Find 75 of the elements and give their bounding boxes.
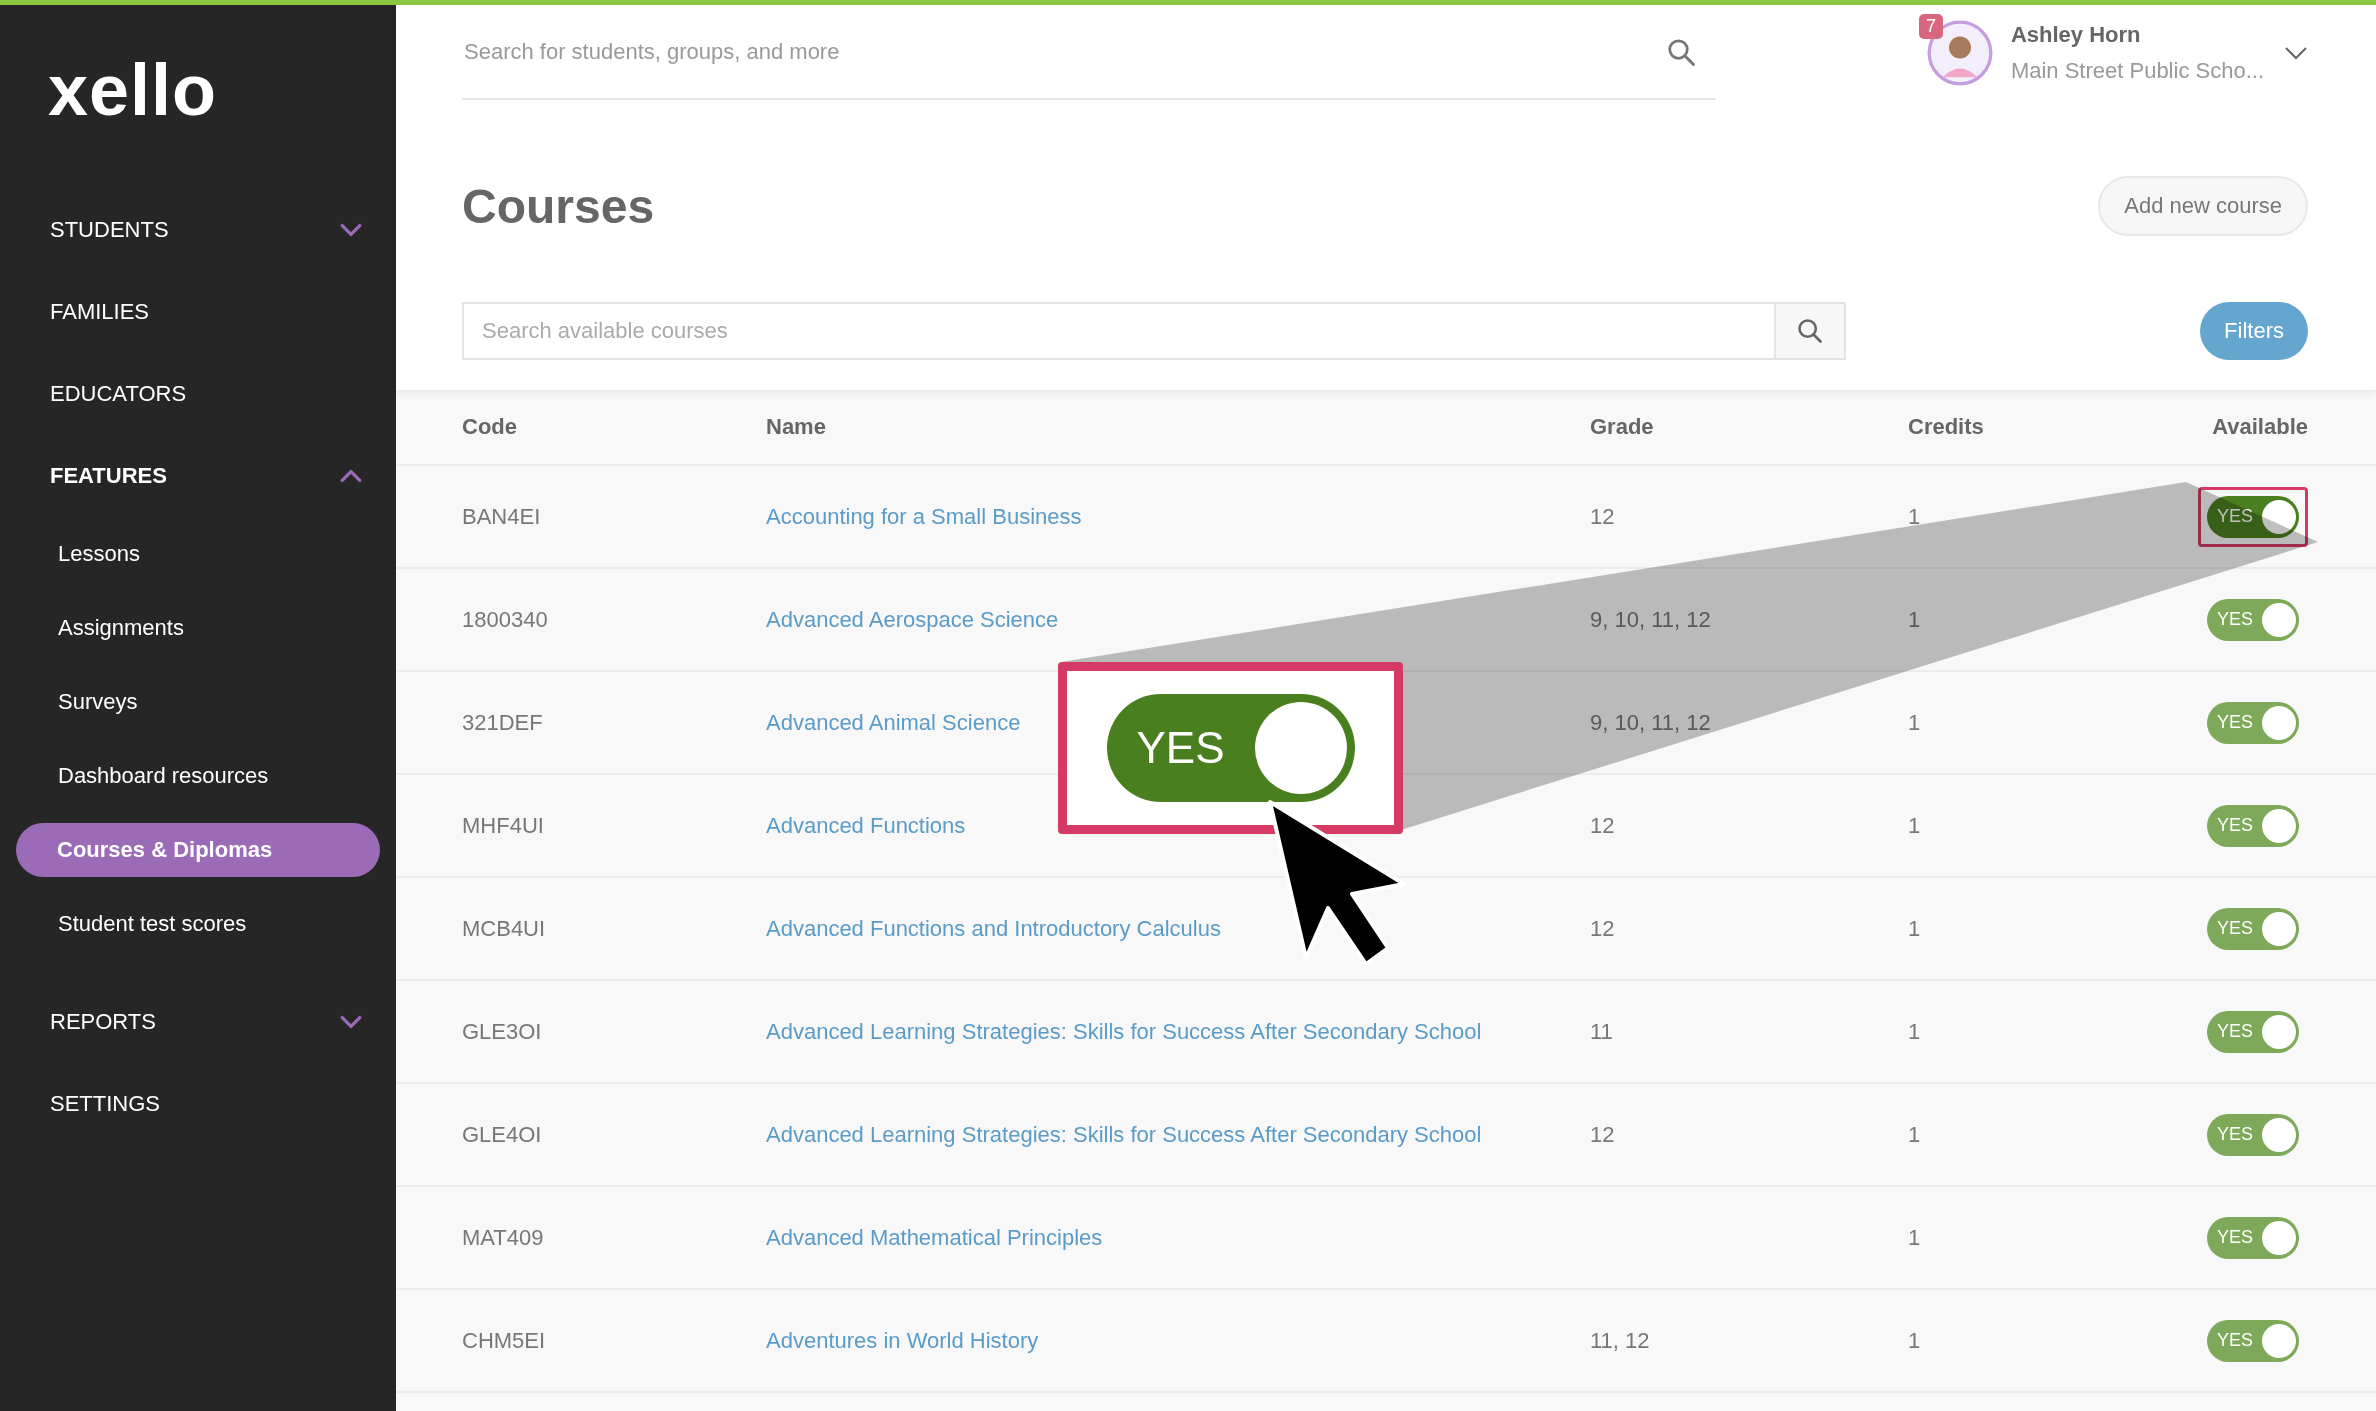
course-code: MHF4UI [462, 812, 545, 839]
credits-cell: 1 [1908, 1018, 1921, 1044]
filters-button[interactable]: Filters [2200, 302, 2308, 360]
column-header: Code [462, 414, 518, 440]
nav-subitem[interactable]: Assignments [0, 591, 396, 665]
nav-subitem[interactable]: Lessons [0, 517, 396, 591]
nav-subitem[interactable]: Student test scores [0, 887, 396, 961]
nav-subitem[interactable]: Surveys [0, 665, 396, 739]
nav-item[interactable]: STUDENTS [0, 189, 396, 271]
credits-cell: 1 [1908, 915, 1921, 941]
nav-subitem[interactable]: Dashboard resources [0, 739, 396, 813]
user-name: Ashley Horn [2010, 21, 2142, 48]
column-header: Grade [1590, 414, 1655, 440]
grade-cell: 9, 10, 11, 12 [1590, 606, 1711, 632]
grade-cell: 12 [1590, 1121, 1615, 1147]
dropdown-chevron-icon[interactable] [2284, 45, 2308, 60]
course-code: GLE4OI [462, 1121, 543, 1148]
grade-cell: 12 [1590, 503, 1615, 529]
credits-cell: 1 [1908, 1327, 1921, 1353]
column-header: Name [766, 414, 827, 440]
column-header: Available [2212, 414, 2308, 440]
course-name-link[interactable]: Advanced Learning Strategies: Skills for Success After Secondary School [766, 1018, 1482, 1044]
search-icon [1796, 317, 1824, 345]
toggle-switch[interactable]: YES [2207, 598, 2299, 641]
course-name-link[interactable]: Advanced Learning Strategies: Skills for Success After Secondary School [766, 1121, 1482, 1147]
search-button[interactable] [1774, 304, 1844, 358]
toggle-switch[interactable]: YES [2207, 495, 2299, 538]
toggle-switch[interactable]: YES [2207, 1216, 2299, 1259]
course-code: GLE3OI [462, 1018, 543, 1045]
credits-cell: 1 [1908, 812, 1921, 838]
toggle-switch[interactable]: YES [2207, 701, 2299, 744]
nav-item[interactable]: REPORTS [0, 981, 396, 1063]
course-name-link[interactable]: Accounting for a Small Business [766, 503, 1082, 529]
course-code: CHM5EI [462, 1327, 547, 1354]
search-input[interactable]: Search for students, groups, and more [462, 37, 1666, 66]
page-title: Courses [462, 178, 655, 234]
course-name-link[interactable]: Advanced Mathematical Principles [766, 1224, 1103, 1250]
course-name-link[interactable]: Advanced Functions [766, 812, 966, 838]
toggle-switch[interactable]: YES [2207, 907, 2299, 950]
course-code: 1800340 [462, 606, 549, 633]
nav-item[interactable]: FEATURES [0, 435, 396, 517]
nav-item[interactable]: EDUCATORS [0, 353, 396, 435]
credits-cell: 1 [1908, 1224, 1921, 1250]
credits-cell: 1 [1908, 1121, 1921, 1147]
user-school: Main Street Public Scho... [2010, 57, 2264, 84]
logo: xello [47, 49, 219, 125]
course-name-link[interactable]: Advanced Aerospace Science [766, 606, 1059, 632]
course-name-link[interactable]: Advanced Functions and Introductory Calculus [766, 915, 1221, 941]
course-code: 321DEF [462, 709, 544, 736]
nav-item[interactable]: SETTINGS [0, 1063, 396, 1145]
grade-cell: 11, 12 [1590, 1327, 1650, 1353]
course-code: MAT409 [462, 1224, 545, 1251]
toggle-switch[interactable]: YES [2207, 1010, 2299, 1053]
grade-cell: 9, 10, 11, 12 [1590, 709, 1711, 735]
course-code: MCB4UI [462, 915, 547, 942]
nav-item[interactable]: FAMILIES [0, 271, 396, 353]
toggle-switch[interactable]: YES [2207, 1113, 2299, 1156]
grade-cell: 12 [1590, 812, 1615, 838]
column-header: Credits [1908, 414, 1985, 440]
notification-badge: 7 [1918, 13, 1943, 39]
grade-cell: 11 [1590, 1018, 1613, 1044]
search-icon [1666, 36, 1696, 67]
toggle-switch[interactable]: YES [2207, 804, 2299, 847]
credits-cell: 1 [1908, 709, 1921, 735]
credits-cell: 1 [1908, 606, 1921, 632]
nav-subitem[interactable]: Courses & Diplomas [16, 823, 380, 877]
course-name-link[interactable]: Adventures in World History [766, 1327, 1039, 1353]
grade-cell: 12 [1590, 915, 1615, 941]
course-name-link[interactable]: Advanced Animal Science [766, 709, 1021, 735]
global-search-field[interactable]: Search for students, groups, and more [462, 5, 1716, 100]
add-course-button[interactable]: Add new course [2098, 176, 2308, 236]
course-code: BAN4EI [462, 503, 542, 530]
avatar[interactable] [1926, 19, 1993, 86]
toggle-switch[interactable]: YES [2207, 1319, 2299, 1362]
credits-cell: 1 [1908, 503, 1921, 529]
